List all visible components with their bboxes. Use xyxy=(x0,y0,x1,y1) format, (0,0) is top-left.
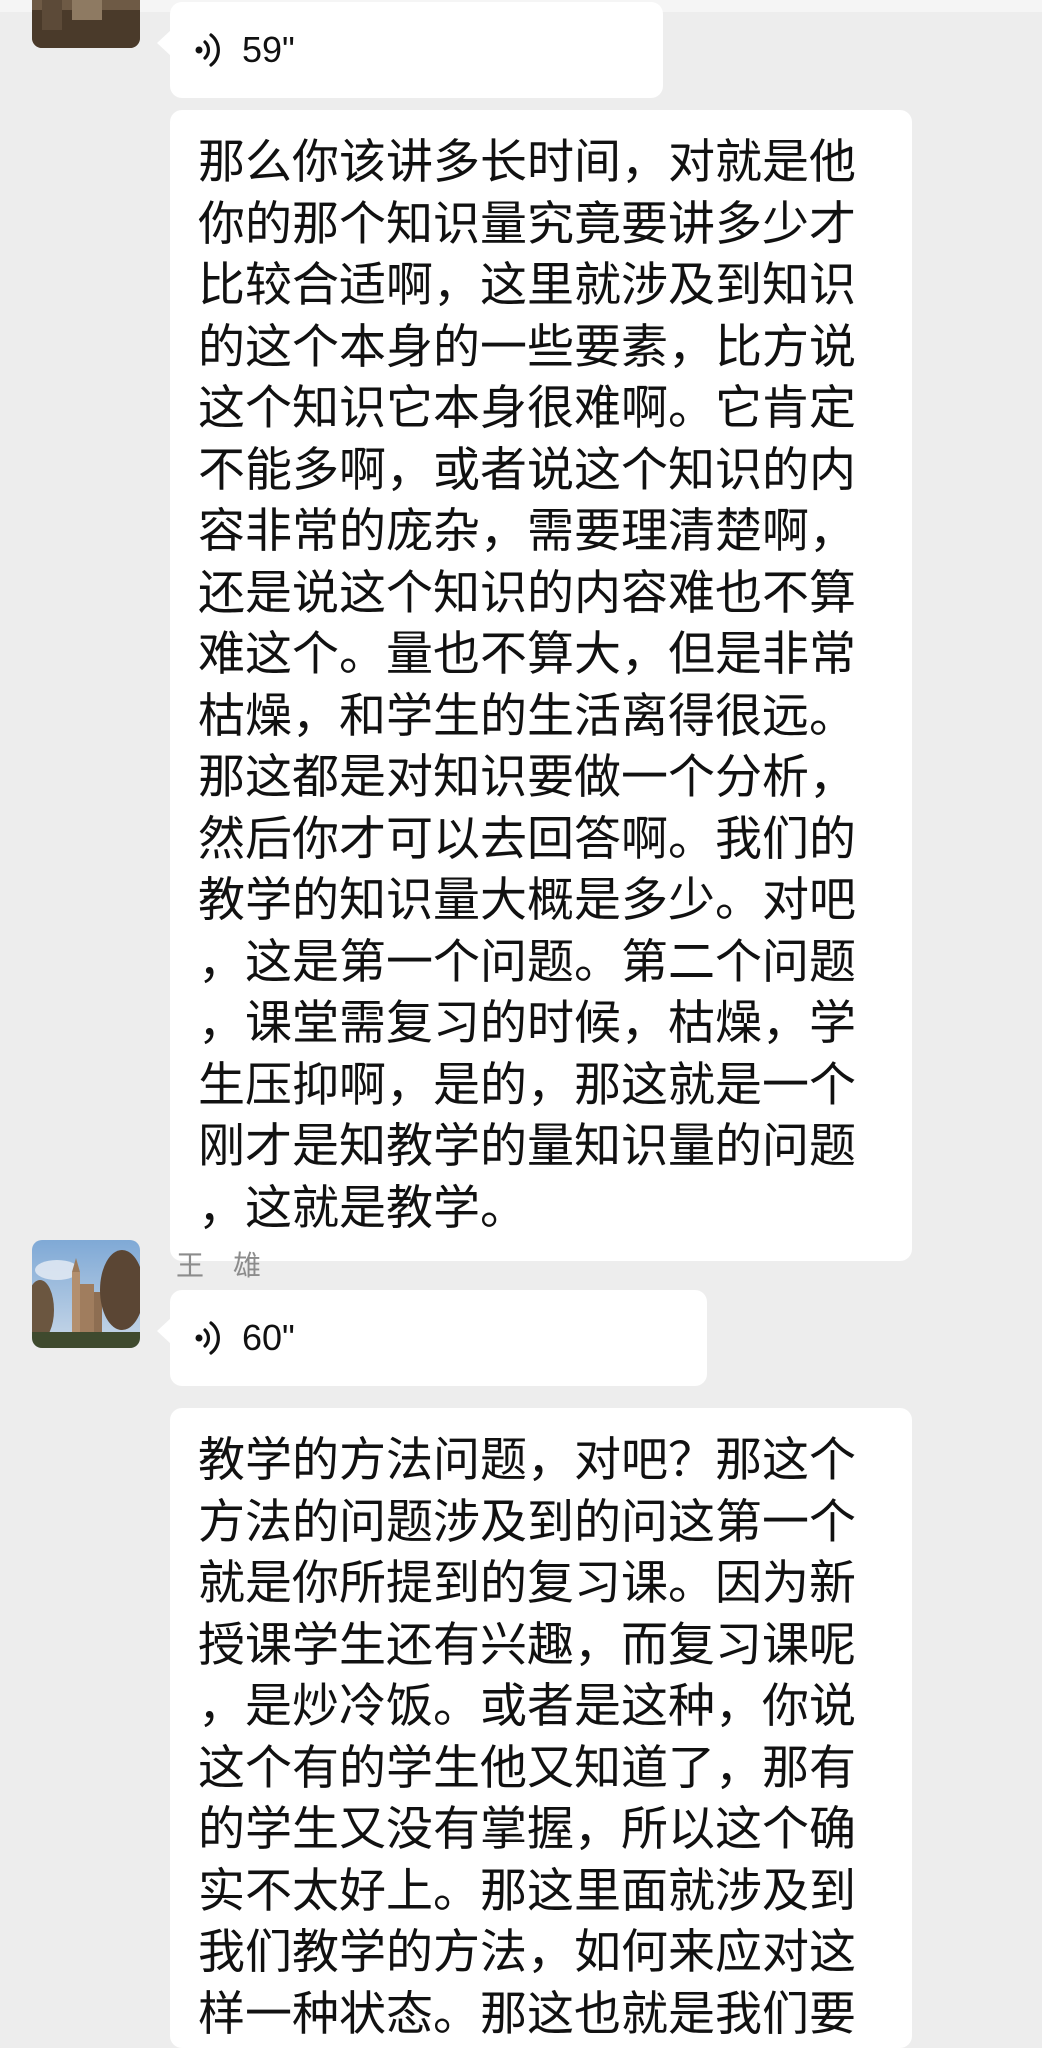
voice-message-bubble[interactable]: 59" xyxy=(157,2,663,98)
voice-wave-icon xyxy=(195,33,220,67)
voice-message-bubble[interactable]: 60" xyxy=(157,1290,707,1386)
avatar-photo xyxy=(32,0,140,48)
voice-duration: 59" xyxy=(242,29,295,70)
voice-transcript-bubble[interactable]: 那么你该讲多长时间，对就是他你的那个知识量究竟要讲多少才比较合适啊，这里就涉及到… xyxy=(170,110,912,1261)
transcript-text: 那么你该讲多长时间，对就是他你的那个知识量究竟要讲多少才比较合适啊，这里就涉及到… xyxy=(198,135,856,1236)
voice-transcript-bubble[interactable]: 教学的方法问题，对吧？那这个方法的问题涉及到的问这第一个就是你所提到的复习课。因… xyxy=(170,1408,912,2048)
avatar[interactable] xyxy=(32,1240,140,1348)
voice-duration: 60" xyxy=(242,1317,295,1358)
avatar[interactable] xyxy=(32,0,140,48)
transcript-text: 教学的方法问题，对吧？那这个方法的问题涉及到的问这第一个就是你所提到的复习课。因… xyxy=(198,1433,856,2042)
sender-name: 王 雄 xyxy=(176,1249,262,1282)
voice-wave-icon xyxy=(195,1321,220,1355)
avatar-photo xyxy=(32,1240,140,1348)
